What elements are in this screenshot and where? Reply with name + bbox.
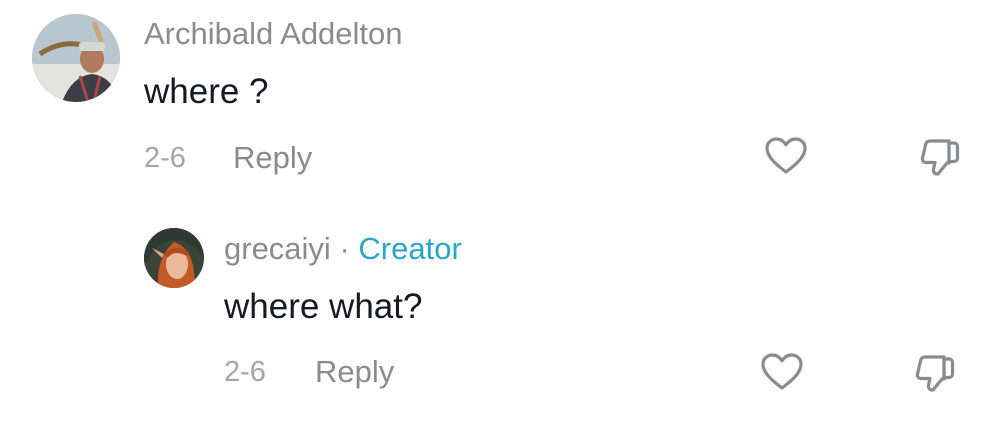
reply-button[interactable]: Reply <box>233 140 312 176</box>
heart-outline-icon[interactable] <box>760 352 804 392</box>
thumbs-down-outline-icon[interactable] <box>918 136 962 178</box>
reply-button[interactable]: Reply <box>315 354 394 390</box>
thumbs-down-outline-icon[interactable] <box>913 352 957 394</box>
comment-date: 2-6 <box>144 142 186 174</box>
separator-dot: · <box>339 231 350 266</box>
reply-text: where what? <box>224 287 423 326</box>
reply-username[interactable]: grecaiyi <box>224 231 331 266</box>
comment-username[interactable]: Archibald Addelton <box>144 16 403 52</box>
avatar-image <box>32 14 120 102</box>
avatar-image <box>144 228 204 288</box>
creator-badge: Creator <box>358 231 462 266</box>
reply-username-row: grecaiyi · Creator <box>224 231 462 267</box>
avatar[interactable] <box>32 14 120 102</box>
reply-date: 2-6 <box>224 356 266 388</box>
heart-outline-icon[interactable] <box>764 136 808 176</box>
avatar[interactable] <box>144 228 204 288</box>
comment-text: where ? <box>144 72 269 111</box>
